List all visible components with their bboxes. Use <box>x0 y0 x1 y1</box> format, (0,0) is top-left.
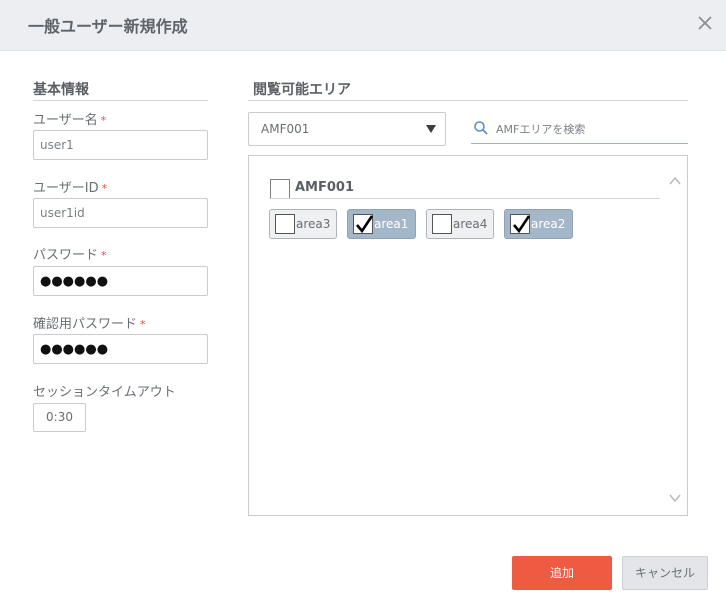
area-chip[interactable]: area2 <box>504 209 573 239</box>
amf-select-value: AMF001 <box>261 122 310 136</box>
group-checkbox[interactable] <box>270 179 290 199</box>
scroll-up-icon[interactable] <box>669 171 681 185</box>
area-chip[interactable]: area1 <box>347 209 416 239</box>
area-checkbox[interactable] <box>275 214 295 234</box>
scroll-down-icon[interactable] <box>669 488 681 503</box>
password-confirm-value: ●●●●●● <box>40 342 109 357</box>
cancel-button[interactable]: キャンセル <box>622 556 708 590</box>
area-checkbox[interactable] <box>432 214 452 234</box>
required-mark: * <box>140 318 146 331</box>
userid-label: ユーザーID * <box>33 177 107 196</box>
password-confirm-label: 確認用パスワード * <box>33 313 146 332</box>
chevron-down-icon <box>426 125 436 133</box>
userid-field[interactable] <box>33 198 208 228</box>
required-mark: * <box>100 114 107 127</box>
close-icon[interactable] <box>696 14 714 32</box>
area-search-input[interactable]: AMFエリアを検索 <box>471 112 688 144</box>
session-timeout-field[interactable]: 0:30 <box>33 403 86 432</box>
password-label-text: パスワード <box>33 248 99 263</box>
password-label: パスワード * <box>33 244 107 263</box>
area-chip-label: area3 <box>296 217 331 231</box>
userid-label-text: ユーザーID <box>33 181 99 196</box>
area-checkbox[interactable] <box>353 214 374 234</box>
basic-info-divider <box>33 100 208 101</box>
username-field[interactable] <box>33 130 208 160</box>
add-button[interactable]: 追加 <box>512 556 612 590</box>
check-icon <box>356 215 374 234</box>
password-confirm-field[interactable]: ●●●●●● <box>33 334 208 364</box>
area-chip[interactable]: area4 <box>426 209 494 239</box>
basic-info-title: 基本情報 <box>33 82 89 98</box>
area-chip-label: area2 <box>531 217 566 231</box>
area-chip-label: area1 <box>374 217 409 231</box>
required-mark: * <box>101 249 107 262</box>
required-mark: * <box>101 182 108 195</box>
search-placeholder: AMFエリアを検索 <box>496 123 586 136</box>
area-checkbox[interactable] <box>510 214 531 234</box>
check-icon <box>513 215 531 234</box>
password-field[interactable]: ●●●●●● <box>33 266 208 296</box>
area-chip-label: area4 <box>453 217 488 231</box>
viewable-areas-divider <box>248 100 688 101</box>
group-divider <box>269 198 660 199</box>
username-label-text: ユーザー名 <box>33 113 98 128</box>
username-label: ユーザー名 * <box>33 109 106 128</box>
viewable-areas-title: 閲覧可能エリア <box>253 82 351 98</box>
dialog-title: 一般ユーザー新規作成 <box>28 17 188 36</box>
area-list-panel: AMF001 area3 area1 area4 area2 <box>248 155 688 516</box>
search-icon <box>473 120 489 136</box>
password-value: ●●●●●● <box>40 274 109 289</box>
area-chip[interactable]: area3 <box>269 209 337 239</box>
session-timeout-label: セッションタイムアウト <box>33 385 176 400</box>
group-name: AMF001 <box>295 180 355 195</box>
amf-select[interactable]: AMF001 <box>248 112 446 146</box>
dialog-header: 一般ユーザー新規作成 <box>0 0 726 51</box>
password-confirm-label-text: 確認用パスワード <box>33 317 138 332</box>
